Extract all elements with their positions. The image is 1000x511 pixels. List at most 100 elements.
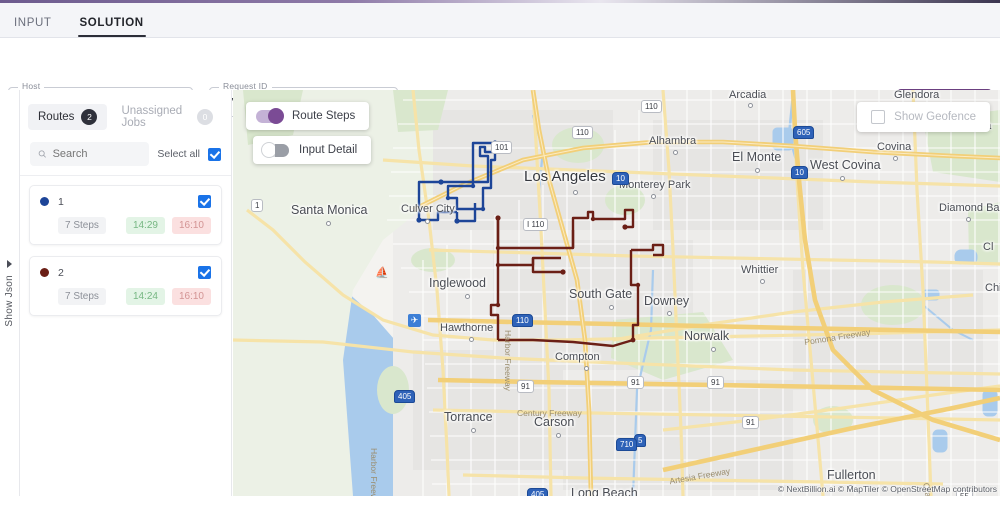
route-checkbox[interactable] bbox=[198, 266, 211, 279]
route-card-1[interactable]: 1 7 Steps 14:29 16:10 bbox=[29, 185, 222, 245]
city-dot bbox=[893, 156, 898, 161]
map-label-downey: Downey bbox=[644, 294, 690, 308]
map-label-west-covina: West Covina bbox=[810, 158, 881, 172]
route-start-time: 14:24 bbox=[125, 288, 165, 305]
map-label-cl: Cl bbox=[983, 241, 994, 253]
input-detail-toggle[interactable]: Input Detail bbox=[253, 136, 372, 164]
map-label-whittier: Whittier bbox=[741, 264, 779, 276]
search-icon bbox=[38, 150, 46, 158]
map-label-fullerton: Fullerton bbox=[827, 468, 876, 482]
show-json-rail[interactable]: Show Json bbox=[0, 90, 20, 496]
tab-solution[interactable]: SOLUTION bbox=[66, 17, 158, 37]
city-dot bbox=[755, 168, 760, 173]
map-label-arcadia: Arcadia bbox=[729, 90, 767, 101]
map-label-inglewood: Inglewood bbox=[429, 276, 486, 290]
route-steps-pill: 7 Steps bbox=[58, 288, 106, 305]
show-json-label: Show Json bbox=[4, 274, 15, 327]
route-color-dot bbox=[40, 268, 49, 277]
hwy-name-harbor-1: Harbor Freeway bbox=[503, 330, 513, 391]
city-dot bbox=[760, 279, 765, 284]
route-steps-toggle[interactable]: Route Steps bbox=[246, 102, 370, 130]
city-dot bbox=[471, 428, 476, 433]
search-box[interactable] bbox=[30, 142, 150, 166]
city-dot bbox=[673, 150, 678, 155]
shield-91-b: 91 bbox=[627, 376, 644, 389]
toolbar: Host https:// api.nextbillion.io Request… bbox=[0, 38, 1000, 117]
show-geofence-checkbox[interactable] bbox=[871, 110, 886, 124]
map-label-hawthorne: Hawthorne bbox=[440, 322, 494, 334]
search-row: Select all bbox=[20, 140, 231, 176]
app-root: INPUT SOLUTION Host https:// api.nextbil… bbox=[0, 0, 1000, 511]
shield-91-a: 91 bbox=[517, 380, 534, 393]
map-label-el-monte: El Monte bbox=[732, 150, 782, 164]
hwy-name-harbor-2: Harbor Freeway bbox=[369, 448, 379, 496]
shield-110-a: 110 bbox=[641, 100, 662, 113]
map-label-south-gate: South Gate bbox=[569, 287, 633, 301]
marina-icon: ⛵ bbox=[375, 267, 389, 279]
shield-i405-a: 405 bbox=[394, 390, 416, 403]
tab-input[interactable]: INPUT bbox=[0, 17, 66, 37]
city-dot bbox=[966, 217, 971, 222]
route-steps-pill: 7 Steps bbox=[58, 217, 106, 234]
airport-icon: ✈ bbox=[408, 314, 421, 327]
show-geofence-label: Show Geofence bbox=[894, 111, 976, 123]
triangle-right-icon bbox=[7, 259, 12, 268]
map-attribution: © NextBillion.ai © MapTiler © OpenStreet… bbox=[777, 484, 997, 494]
city-dot bbox=[840, 176, 845, 181]
city-dot bbox=[469, 337, 474, 342]
route-start-time: 14:29 bbox=[125, 217, 165, 234]
city-dot bbox=[425, 219, 430, 224]
city-dot bbox=[326, 221, 331, 226]
map-label-glendora: Glendora bbox=[894, 90, 940, 101]
main-tabbar: INPUT SOLUTION bbox=[0, 3, 1000, 38]
shield-i605: 605 bbox=[793, 126, 815, 139]
city-dot bbox=[667, 311, 672, 316]
route-name: 2 bbox=[58, 266, 64, 279]
city-dot bbox=[584, 366, 589, 371]
route-card-1-meta: 7 Steps 14:29 16:10 bbox=[40, 217, 211, 234]
route-name: 1 bbox=[58, 195, 64, 208]
panel-tab-routes[interactable]: Routes 2 bbox=[28, 104, 108, 130]
input-detail-toggle-switch[interactable] bbox=[261, 142, 289, 158]
map-label-chi: Chi bbox=[985, 282, 1000, 294]
city-dot bbox=[651, 194, 656, 199]
search-input[interactable] bbox=[52, 148, 142, 160]
select-all-checkbox[interactable] bbox=[208, 147, 221, 161]
city-dot bbox=[748, 103, 753, 108]
route-list: 1 7 Steps 14:29 16:10 2 7 Steps 14:24 16… bbox=[20, 176, 231, 316]
routes-count-badge: 2 bbox=[81, 109, 98, 125]
map-canvas[interactable]: Los Angeles Santa Monica Culver City Ing… bbox=[233, 90, 1000, 496]
panel-tab-unassigned-label: Unassigned Jobs bbox=[121, 105, 183, 129]
shield-101: 101 bbox=[491, 141, 513, 154]
city-dot bbox=[609, 305, 614, 310]
shield-1: 1 bbox=[251, 199, 264, 212]
map-label-long-beach: Long Beach bbox=[571, 486, 638, 496]
hwy-name-century: Century Freeway bbox=[517, 408, 582, 418]
map-label-culver-city: Culver City bbox=[401, 203, 455, 215]
map-label-norwalk: Norwalk bbox=[684, 329, 730, 343]
input-detail-label: Input Detail bbox=[299, 144, 358, 156]
route-steps-label: Route Steps bbox=[292, 110, 356, 122]
route-card-2-meta: 7 Steps 14:24 16:10 bbox=[40, 288, 211, 305]
panel-tab-routes-label: Routes bbox=[38, 111, 75, 123]
map-label-santa-monica: Santa Monica bbox=[291, 203, 368, 217]
shield-i110-label: I 110 bbox=[523, 218, 549, 231]
map-label-alhambra: Alhambra bbox=[649, 135, 697, 147]
routes-panel: Routes 2 Unassigned Jobs 0 Select all bbox=[20, 90, 232, 496]
map-label-torrance: Torrance bbox=[444, 410, 493, 424]
route-checkbox[interactable] bbox=[198, 195, 211, 208]
panel-tab-unassigned-jobs[interactable]: Unassigned Jobs 0 bbox=[111, 100, 223, 134]
select-all-label[interactable]: Select all bbox=[157, 148, 200, 160]
panel-tabbar: Routes 2 Unassigned Jobs 0 bbox=[20, 90, 231, 140]
route-end-time: 16:10 bbox=[171, 288, 211, 305]
shield-i10-b: 10 bbox=[791, 166, 808, 179]
map-label-los-angeles: Los Angeles bbox=[524, 168, 606, 185]
route-steps-toggle-switch[interactable] bbox=[256, 108, 284, 124]
city-dot bbox=[573, 190, 578, 195]
map-label-compton: Compton bbox=[555, 351, 600, 363]
show-geofence-control[interactable]: Show Geofence bbox=[857, 102, 990, 132]
route-card-2[interactable]: 2 7 Steps 14:24 16:10 bbox=[29, 256, 222, 316]
shield-110-b: 110 bbox=[572, 126, 593, 139]
unassigned-count-badge: 0 bbox=[197, 109, 213, 125]
map-label-monterey-park: Monterey Park bbox=[619, 179, 691, 191]
